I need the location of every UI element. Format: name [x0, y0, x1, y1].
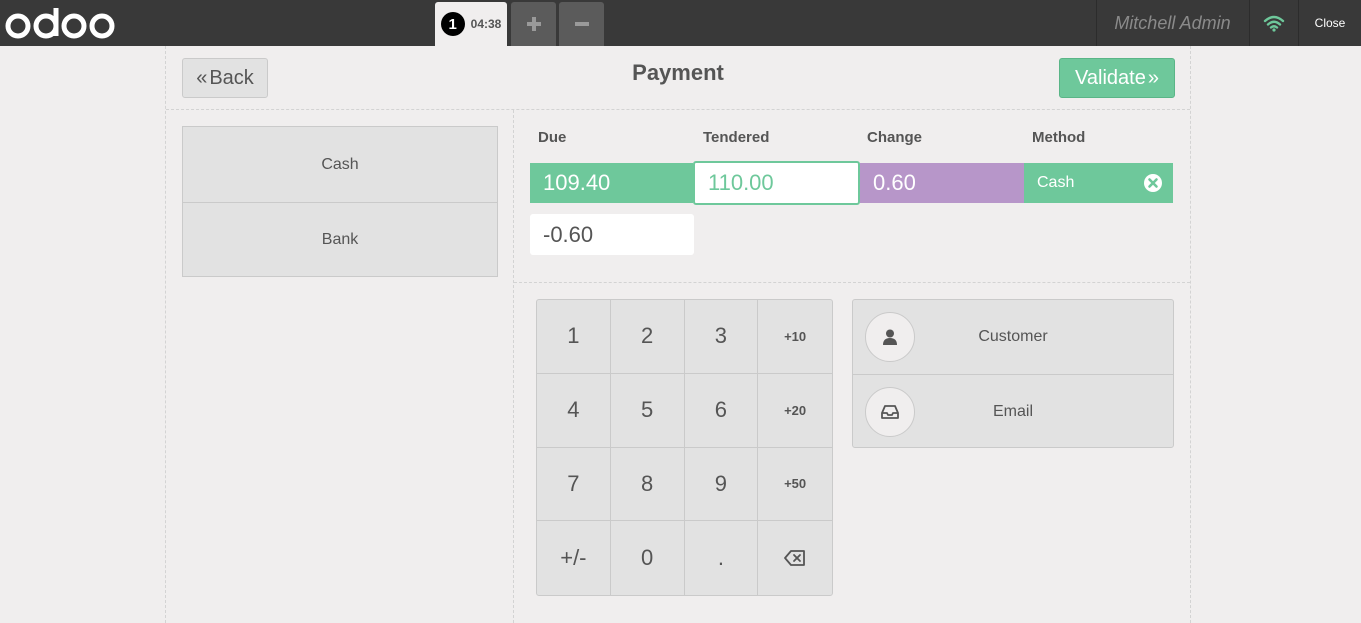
payment-method-bank[interactable]: Bank: [183, 202, 497, 277]
email-label: Email: [992, 402, 1033, 420]
minus-icon: [574, 22, 589, 26]
numpad-key-8[interactable]: 8: [610, 447, 685, 522]
payment-methods-list: Cash Bank: [182, 126, 498, 277]
numpad-key-9[interactable]: 9: [684, 447, 759, 522]
numpad-key-0[interactable]: 0: [611, 521, 685, 595]
user-icon-circle: [865, 312, 915, 362]
numpad-key-5[interactable]: 5: [610, 373, 685, 448]
numpad-key-4[interactable]: 4: [537, 373, 611, 448]
add-order-button[interactable]: [511, 2, 556, 46]
numpad-key-2[interactable]: 2: [610, 300, 685, 374]
user-name[interactable]: Mitchell Admin: [1096, 0, 1248, 46]
payment-screen: « Back Payment Validate » Cash Bank Due …: [165, 46, 1191, 623]
numpad-key-1[interactable]: 1: [537, 300, 611, 374]
numpad-key-plus-20[interactable]: +20: [758, 374, 832, 448]
numpad: 1 2 3 +10 4 5 6 +20 7 8 9 +50 +/- 0 .: [536, 299, 833, 596]
plus-icon: [526, 17, 541, 31]
order-tab[interactable]: 1 04:38: [435, 2, 507, 46]
odoo-logo: [5, 8, 115, 39]
connection-status[interactable]: [1249, 0, 1297, 46]
remaining-amount: -0.60: [530, 214, 694, 255]
paymentlines: Due Tendered Change Method 109.40 110.00…: [514, 110, 1190, 283]
numpad-key-decimal[interactable]: .: [685, 521, 759, 595]
numpad-key-7[interactable]: 7: [537, 447, 611, 522]
tendered-header: Tendered: [703, 129, 770, 146]
order-time: 04:38: [470, 17, 502, 31]
numpad-key-plus-minus[interactable]: +/-: [537, 521, 611, 595]
tendered-amount[interactable]: 110.00: [693, 161, 860, 205]
payment-actions: Customer Email: [852, 299, 1174, 448]
payment-header: « Back Payment Validate »: [166, 46, 1190, 110]
top-bar: 1 04:38 Mitchell Admin Close: [0, 0, 1361, 46]
remove-circle-icon[interactable]: [1143, 173, 1163, 193]
validate-label: Validate: [1075, 66, 1146, 89]
remove-order-button[interactable]: [559, 2, 604, 46]
validate-button[interactable]: Validate »: [1059, 58, 1175, 98]
inbox-icon: [881, 405, 899, 419]
change-header: Change: [867, 129, 923, 146]
double-chevron-right-icon: »: [1147, 66, 1159, 89]
inbox-icon-circle: [865, 387, 915, 437]
numpad-key-6[interactable]: 6: [684, 373, 759, 448]
numpad-key-plus-10[interactable]: +10: [758, 300, 832, 374]
method-label: Cash: [1037, 174, 1075, 191]
payment-methods-column: Cash Bank: [166, 110, 514, 623]
due-amount: 109.40: [530, 163, 693, 203]
payment-line-method: Cash: [1024, 163, 1173, 203]
payment-method-cash[interactable]: Cash: [183, 127, 497, 202]
method-header: Method: [1032, 129, 1086, 146]
numpad-key-backspace[interactable]: [758, 521, 832, 595]
numpad-key-plus-50[interactable]: +50: [758, 448, 832, 522]
change-amount: 0.60: [860, 163, 1024, 203]
close-button[interactable]: Close: [1298, 0, 1361, 46]
customer-label: Customer: [978, 328, 1048, 345]
back-button[interactable]: « Back: [182, 58, 268, 98]
customer-button[interactable]: Customer: [853, 300, 1173, 374]
user-icon: [883, 329, 897, 345]
wifi-icon: [1263, 15, 1284, 32]
double-chevron-left-icon: «: [196, 66, 208, 89]
page-title: Payment: [632, 60, 724, 85]
order-number-badge: 1: [440, 12, 465, 36]
backspace-icon: [784, 550, 806, 567]
email-button[interactable]: Email: [853, 374, 1173, 448]
numpad-key-3[interactable]: 3: [684, 300, 759, 374]
due-header: Due: [538, 129, 567, 146]
back-label: Back: [209, 66, 254, 89]
